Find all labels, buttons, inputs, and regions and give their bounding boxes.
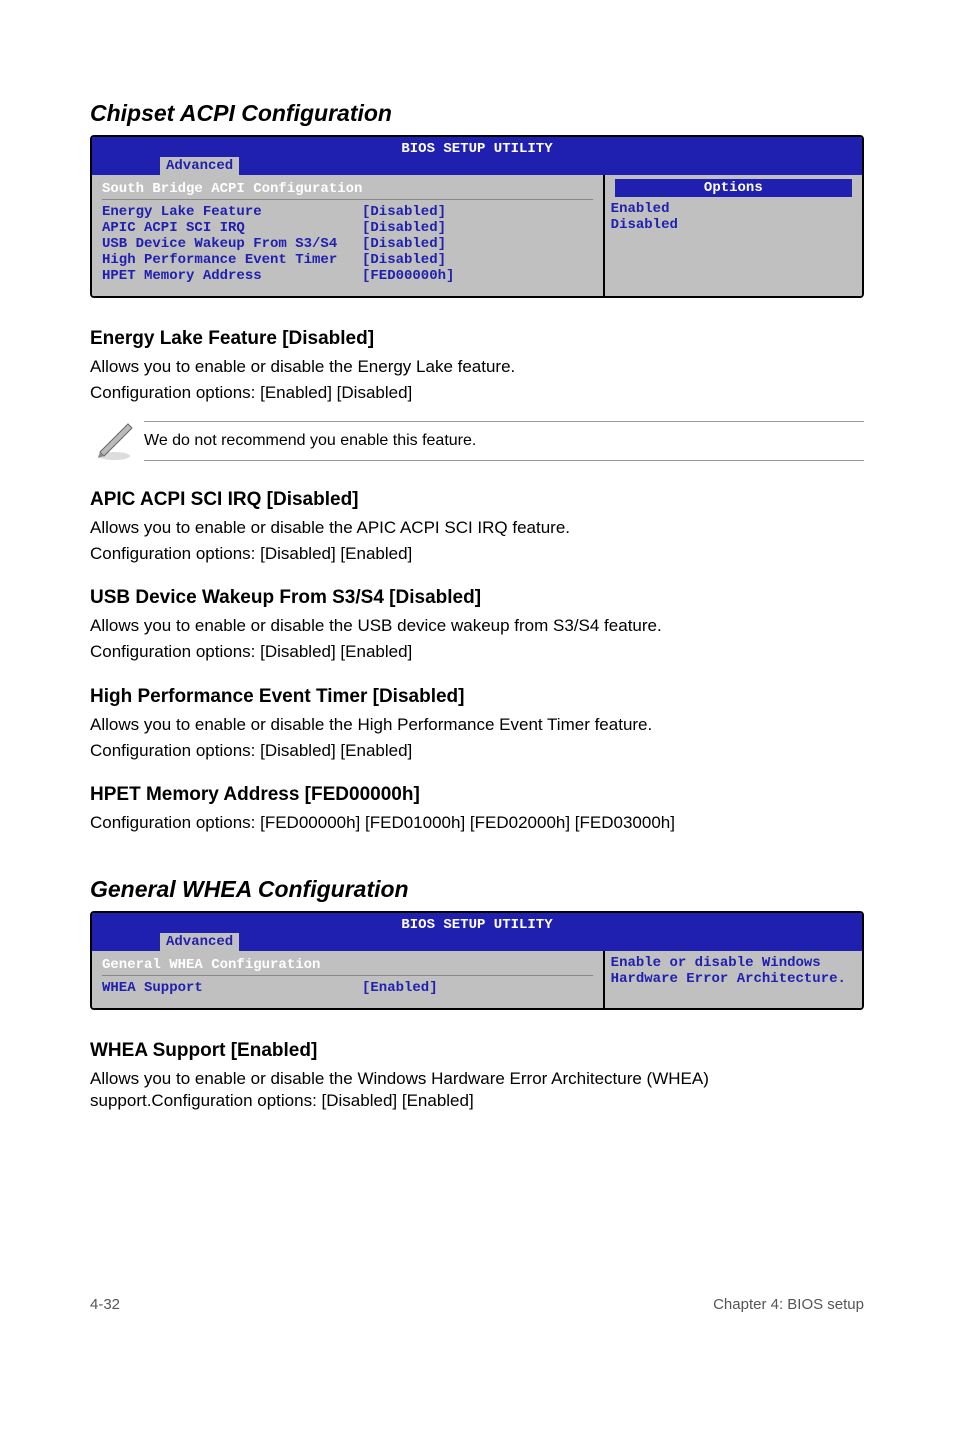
bios-row-label: Energy Lake Feature (102, 204, 362, 220)
bios-row-label: USB Device Wakeup From S3/S4 (102, 236, 362, 252)
item-body: Allows you to enable or disable the Wind… (90, 1068, 864, 1112)
bios-panel-title: General WHEA Configuration (102, 957, 593, 976)
bios-help-text: Enable or disable Windows Hardware Error… (611, 955, 856, 987)
item-body: Allows you to enable or disable the Ener… (90, 356, 864, 378)
bios-options-title: Options (615, 179, 852, 197)
bios-tab-advanced[interactable]: Advanced (160, 157, 239, 175)
footer-page-number: 4-32 (90, 1296, 120, 1313)
bios-row-label: HPET Memory Address (102, 268, 362, 284)
bios-row-value: [Disabled] (362, 252, 446, 268)
bios-header: BIOS SETUP UTILITY Advanced (92, 913, 862, 951)
bios-row[interactable]: WHEA Support [Enabled] (102, 980, 593, 996)
bios-right-panel: Options Enabled Disabled (603, 175, 862, 296)
note-box: We do not recommend you enable this feat… (90, 414, 864, 467)
bios-row-value: [FED00000h] (362, 268, 454, 284)
bios-row-value: [Enabled] (362, 980, 438, 996)
section-title-whea: General WHEA Configuration (90, 876, 864, 903)
section-title-chipset: Chipset ACPI Configuration (90, 100, 864, 127)
item-heading-apic: APIC ACPI SCI IRQ [Disabled] (90, 489, 864, 511)
pencil-icon (90, 414, 144, 467)
item-body: Configuration options: [Enabled] [Disabl… (90, 382, 864, 404)
bios-row-label: APIC ACPI SCI IRQ (102, 220, 362, 236)
bios-panel-chipset: BIOS SETUP UTILITY Advanced South Bridge… (90, 135, 864, 298)
item-body: Allows you to enable or disable the High… (90, 714, 864, 736)
bios-row[interactable]: APIC ACPI SCI IRQ [Disabled] (102, 220, 593, 236)
bios-row[interactable]: Energy Lake Feature [Disabled] (102, 204, 593, 220)
bios-left-panel: General WHEA Configuration WHEA Support … (92, 951, 603, 1008)
note-text: We do not recommend you enable this feat… (144, 421, 864, 461)
item-body: Configuration options: [Disabled] [Enabl… (90, 641, 864, 663)
bios-utility-title: BIOS SETUP UTILITY (100, 141, 854, 157)
bios-option[interactable]: Disabled (611, 217, 856, 233)
item-body: Configuration options: [FED00000h] [FED0… (90, 812, 864, 834)
bios-body: South Bridge ACPI Configuration Energy L… (92, 175, 862, 296)
footer-chapter: Chapter 4: BIOS setup (713, 1296, 864, 1313)
bios-row[interactable]: HPET Memory Address [FED00000h] (102, 268, 593, 284)
item-heading-hpet-timer: High Performance Event Timer [Disabled] (90, 686, 864, 708)
bios-body: General WHEA Configuration WHEA Support … (92, 951, 862, 1008)
page-footer: 4-32 Chapter 4: BIOS setup (0, 1296, 954, 1353)
item-heading-hpet-addr: HPET Memory Address [FED00000h] (90, 784, 864, 806)
item-body: Configuration options: [Disabled] [Enabl… (90, 543, 864, 565)
bios-header: BIOS SETUP UTILITY Advanced (92, 137, 862, 175)
item-heading-whea: WHEA Support [Enabled] (90, 1040, 864, 1062)
bios-tab-advanced[interactable]: Advanced (160, 933, 239, 951)
bios-option[interactable]: Enabled (611, 201, 856, 217)
item-body: Allows you to enable or disable the APIC… (90, 517, 864, 539)
bios-left-panel: South Bridge ACPI Configuration Energy L… (92, 175, 603, 296)
bios-row-label: High Performance Event Timer (102, 252, 362, 268)
item-body: Configuration options: [Disabled] [Enabl… (90, 740, 864, 762)
bios-row-value: [Disabled] (362, 236, 446, 252)
bios-right-panel: Enable or disable Windows Hardware Error… (603, 951, 862, 1008)
bios-panel-title: South Bridge ACPI Configuration (102, 181, 593, 200)
bios-row-value: [Disabled] (362, 204, 446, 220)
bios-row[interactable]: High Performance Event Timer [Disabled] (102, 252, 593, 268)
item-heading-usb-wakeup: USB Device Wakeup From S3/S4 [Disabled] (90, 587, 864, 609)
bios-row[interactable]: USB Device Wakeup From S3/S4 [Disabled] (102, 236, 593, 252)
bios-row-label: WHEA Support (102, 980, 362, 996)
bios-row-value: [Disabled] (362, 220, 446, 236)
item-heading-energy-lake: Energy Lake Feature [Disabled] (90, 328, 864, 350)
bios-panel-whea: BIOS SETUP UTILITY Advanced General WHEA… (90, 911, 864, 1010)
item-body: Allows you to enable or disable the USB … (90, 615, 864, 637)
bios-utility-title: BIOS SETUP UTILITY (100, 917, 854, 933)
